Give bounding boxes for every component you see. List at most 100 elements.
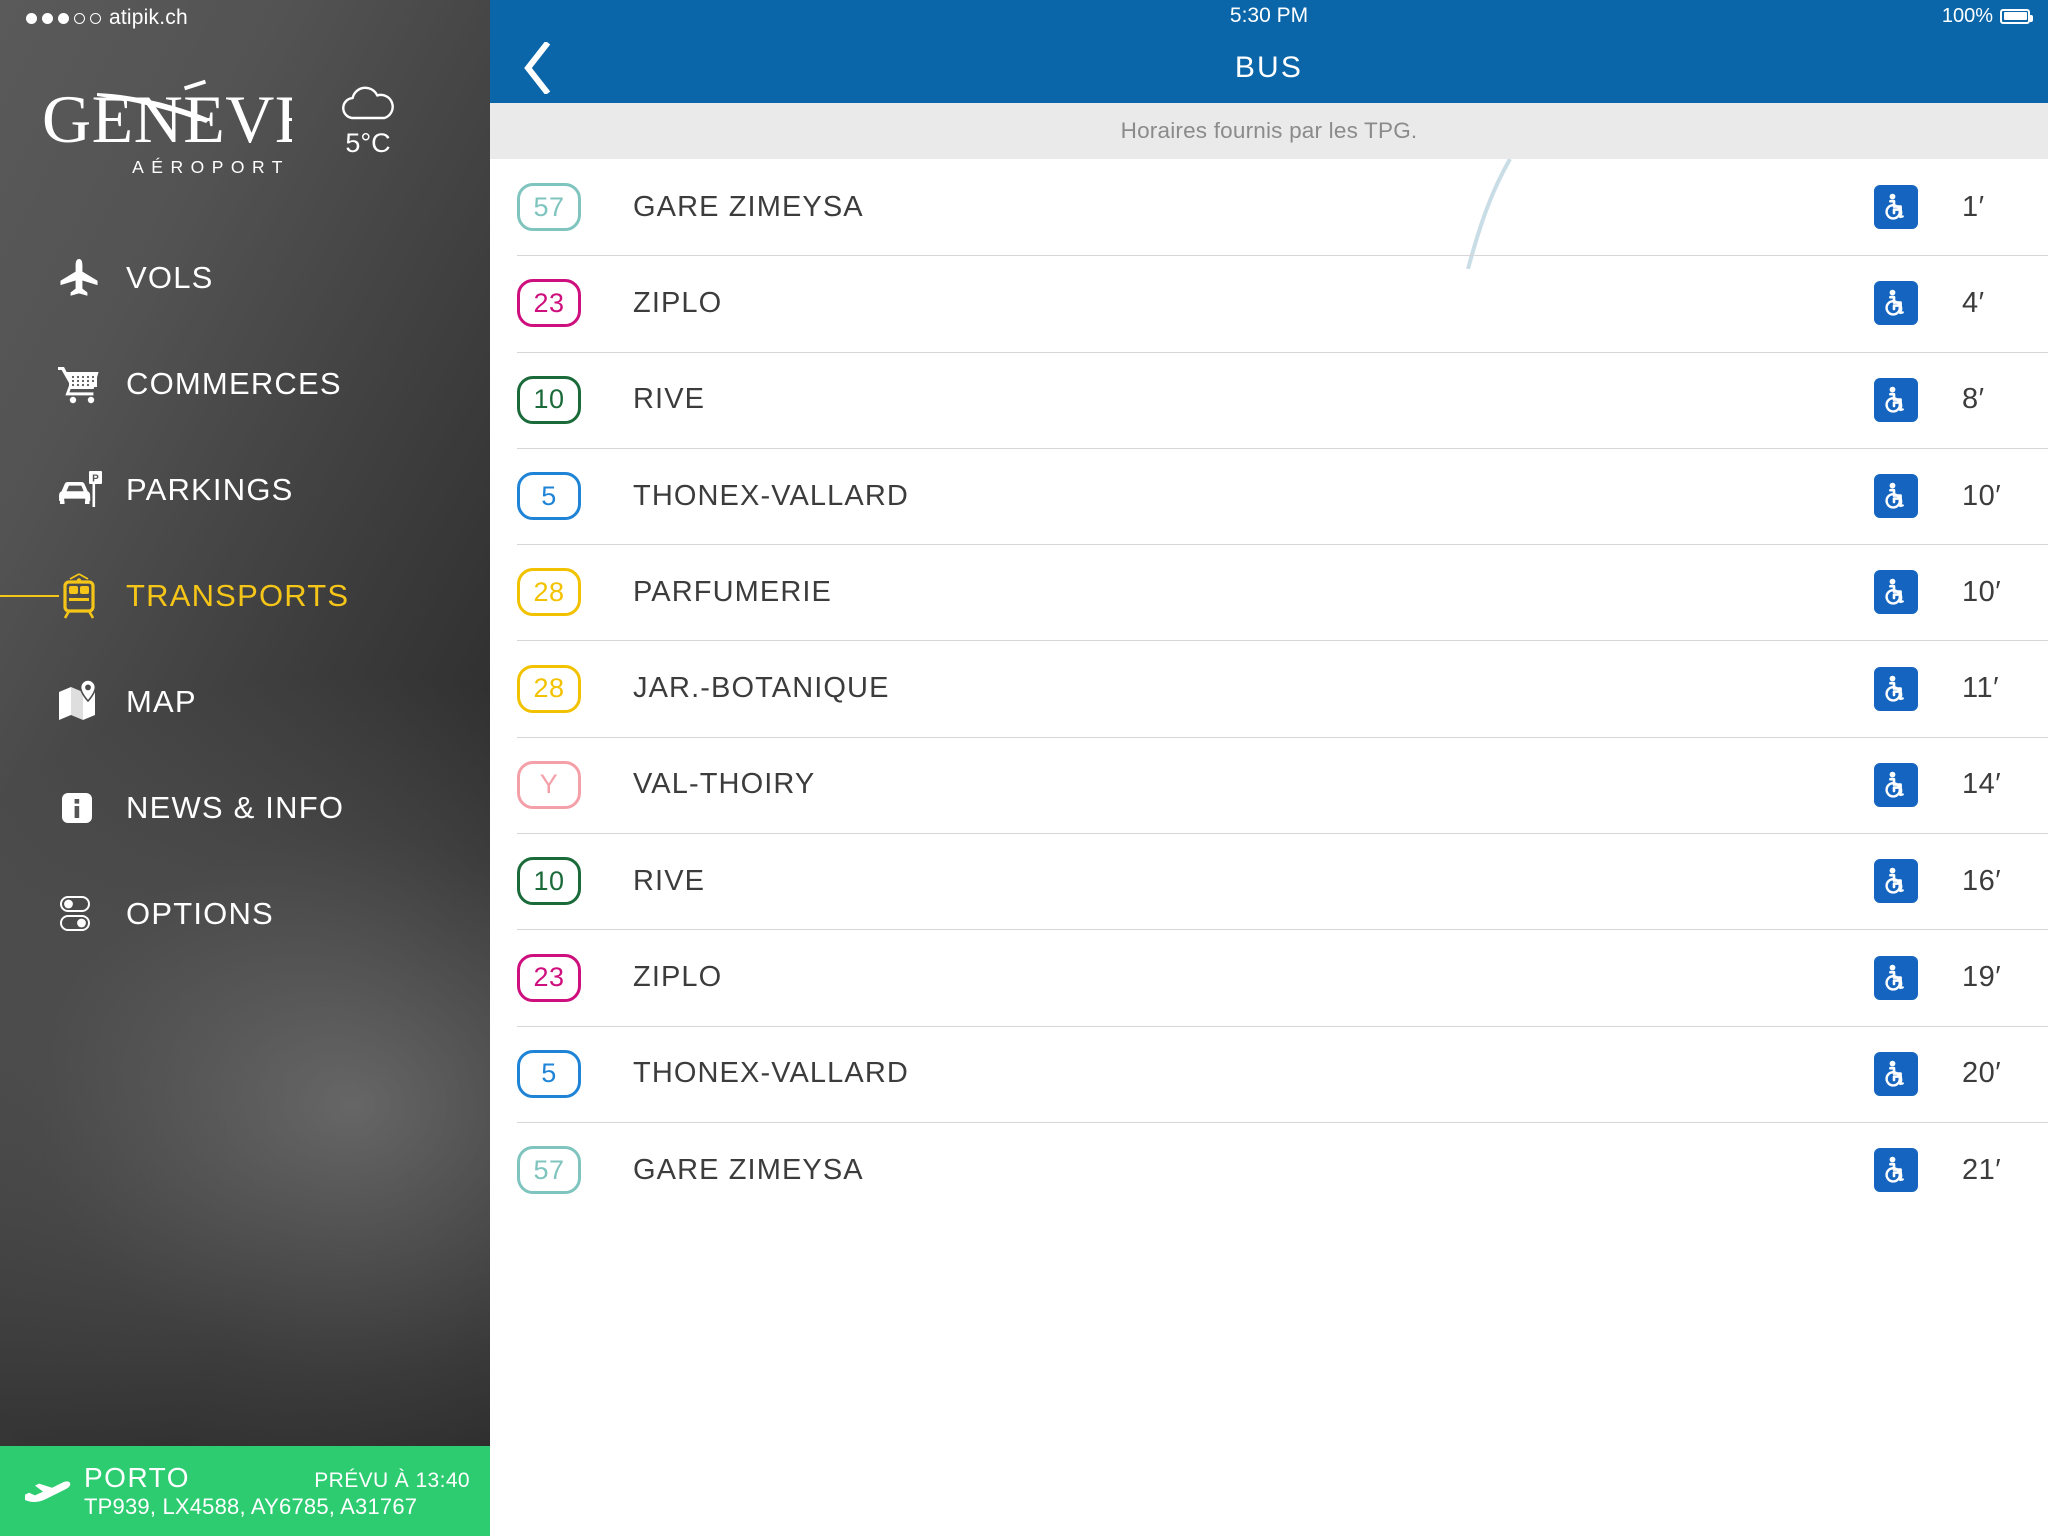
page-title: BUS	[1234, 50, 1304, 84]
bus-destination: PARFUMERIE	[633, 575, 832, 608]
bus-row[interactable]: Y VAL-THOIRY 14′	[490, 736, 2048, 833]
main-panel: 5:30 PM 100% BUS Horaires fournis par le…	[490, 0, 2048, 1536]
sidebar-item-options[interactable]: OPTIONS	[0, 861, 490, 967]
bus-destination: ZIPLO	[633, 286, 723, 319]
bus-row[interactable]: 5 THONEX-VALLARD 20′	[490, 1025, 2048, 1122]
wheelchair-icon	[1874, 570, 1918, 615]
cloud-icon	[342, 86, 394, 120]
bus-destination: ZIPLO	[633, 961, 723, 994]
bus-arrival-time: 14′	[1962, 768, 2002, 801]
bus-departures-list: 57 GARE ZIMEYSA 1′ 23 ZIPLO 4′ 10 RIVE 8′ 5 THONEX…	[490, 159, 2048, 1218]
sidebar-item-parkings[interactable]: P PARKINGS	[0, 437, 490, 543]
schedule-source-note: Horaires fournis par les TPG.	[490, 103, 2048, 159]
carrier-status-bar: atipik.ch	[26, 6, 188, 30]
bus-destination: THONEX-VALLARD	[633, 479, 909, 512]
bus-row[interactable]: 10 RIVE 8′	[490, 351, 2048, 448]
subtitle-text: Horaires fournis par les TPG.	[1120, 118, 1418, 143]
bus-arrival-time: 11′	[1962, 672, 2000, 705]
weather-temperature: 5°C	[345, 128, 391, 158]
bus-line-badge: 10	[517, 375, 581, 424]
flight-status-bar[interactable]: PORTO PRÉVU À 13:40 TP939, LX4588, AY678…	[0, 1446, 490, 1536]
sidebar-item-label: VOLS	[126, 260, 214, 295]
sidebar-item-label: COMMERCES	[126, 366, 342, 401]
sidebar-menu: VOLS COMMERCES P PARKINGS TRANSPORTS MAP…	[0, 225, 490, 967]
battery-full-icon	[2000, 8, 2033, 24]
shopping-cart-icon	[56, 361, 114, 407]
wheelchair-icon	[1874, 1148, 1918, 1193]
flight-eta: PRÉVU À 13:40	[314, 1469, 470, 1492]
wheelchair-icon	[1874, 955, 1918, 1000]
bus-destination: JAR.-BOTANIQUE	[633, 672, 890, 705]
status-time: 5:30 PM	[1229, 4, 1309, 27]
bus-destination: GARE ZIMEYSA	[633, 1153, 864, 1186]
flight-destination: PORTO	[84, 1462, 191, 1493]
bus-row[interactable]: 23 ZIPLO 19′	[490, 929, 2048, 1025]
svg-text:GENEVE: GENEVE	[42, 81, 292, 154]
svg-text:P: P	[92, 474, 99, 485]
sidebar-item-map[interactable]: MAP	[0, 649, 490, 755]
bus-line-badge: 28	[517, 568, 581, 617]
bus-arrival-time: 19′	[1962, 961, 2002, 994]
bus-line-badge: 57	[517, 183, 581, 232]
bus-destination: THONEX-VALLARD	[633, 1057, 909, 1090]
bus-line-badge: 57	[517, 1146, 581, 1195]
plane-icon	[56, 255, 114, 301]
bus-line-badge: 23	[517, 279, 581, 328]
wheelchair-icon	[1874, 666, 1918, 711]
departing-plane-icon	[22, 1476, 80, 1506]
car-parking-icon: P	[56, 467, 114, 513]
wheelchair-icon	[1874, 185, 1918, 230]
flight-codes: TP939, LX4588, AY6785, A31767	[84, 1494, 418, 1519]
bus-row[interactable]: 5 THONEX-VALLARD 10′	[490, 447, 2048, 544]
sidebar: atipik.ch GENEVE AÉROPORT 5°C VOLS COMME…	[0, 0, 490, 1536]
geneve-wordmark: GENEVE AÉROPORT	[42, 76, 292, 178]
bus-row[interactable]: 28 PARFUMERIE 10′	[490, 544, 2048, 640]
logo-subtitle: AÉROPORT	[132, 157, 290, 177]
ios-status-bar: 5:30 PM 100%	[490, 0, 2048, 32]
map-pin-icon	[56, 679, 114, 725]
bus-line-badge: 28	[517, 664, 581, 713]
brand-logo: GENEVE AÉROPORT 5°C	[0, 76, 490, 178]
sidebar-item-label: OPTIONS	[126, 896, 274, 931]
wheelchair-icon	[1874, 859, 1918, 904]
flight-details: PORTO PRÉVU À 13:40 TP939, LX4588, AY678…	[84, 1462, 470, 1520]
bus-line-badge: 23	[517, 953, 581, 1002]
toggles-icon	[56, 891, 114, 937]
bus-arrival-time: 21′	[1962, 1153, 2002, 1186]
sidebar-item-label: TRANSPORTS	[126, 578, 350, 613]
bus-destination: VAL-THOIRY	[633, 768, 816, 801]
app-root: atipik.ch GENEVE AÉROPORT 5°C VOLS COMME…	[0, 0, 2048, 1536]
battery-percent: 100%	[1941, 4, 1993, 27]
bus-row[interactable]: 57 GARE ZIMEYSA 1′	[490, 159, 2048, 255]
bus-row[interactable]: 23 ZIPLO 4′	[490, 255, 2048, 351]
bus-destination: RIVE	[633, 383, 706, 416]
bus-row[interactable]: 28 JAR.-BOTANIQUE 11′	[490, 640, 2048, 736]
bus-line-badge: Y	[517, 760, 581, 809]
bus-arrival-time: 8′	[1962, 383, 1985, 416]
active-indicator	[0, 595, 59, 597]
bus-line-badge: 5	[517, 472, 581, 521]
bus-arrival-time: 16′	[1962, 864, 2002, 897]
sidebar-item-commerces[interactable]: COMMERCES	[0, 331, 490, 437]
sidebar-item-transports[interactable]: TRANSPORTS	[0, 543, 490, 649]
nav-bar: BUS	[490, 32, 2048, 103]
bus-row[interactable]: 10 RIVE 16′	[490, 833, 2048, 929]
wheelchair-icon	[1874, 1051, 1918, 1096]
bus-line-badge: 10	[517, 857, 581, 906]
tram-icon	[56, 572, 114, 620]
sidebar-item-label: PARKINGS	[126, 472, 294, 507]
wheelchair-icon	[1874, 762, 1918, 807]
bus-destination: GARE ZIMEYSA	[633, 190, 864, 223]
sidebar-item-label: NEWS & INFO	[126, 790, 345, 825]
bus-arrival-time: 1′	[1962, 190, 1985, 223]
info-icon	[56, 785, 114, 831]
bus-row[interactable]: 57 GARE ZIMEYSA 21′	[490, 1121, 2048, 1218]
sidebar-item-vols[interactable]: VOLS	[0, 225, 490, 331]
sidebar-item-news-info[interactable]: NEWS & INFO	[0, 755, 490, 861]
wheelchair-icon	[1874, 474, 1918, 519]
bus-line-badge: 5	[517, 1049, 581, 1098]
sidebar-item-label: MAP	[126, 684, 197, 719]
signal-strength-icon	[26, 12, 101, 24]
carrier-name: atipik.ch	[109, 6, 188, 29]
bus-arrival-time: 10′	[1962, 479, 2002, 512]
